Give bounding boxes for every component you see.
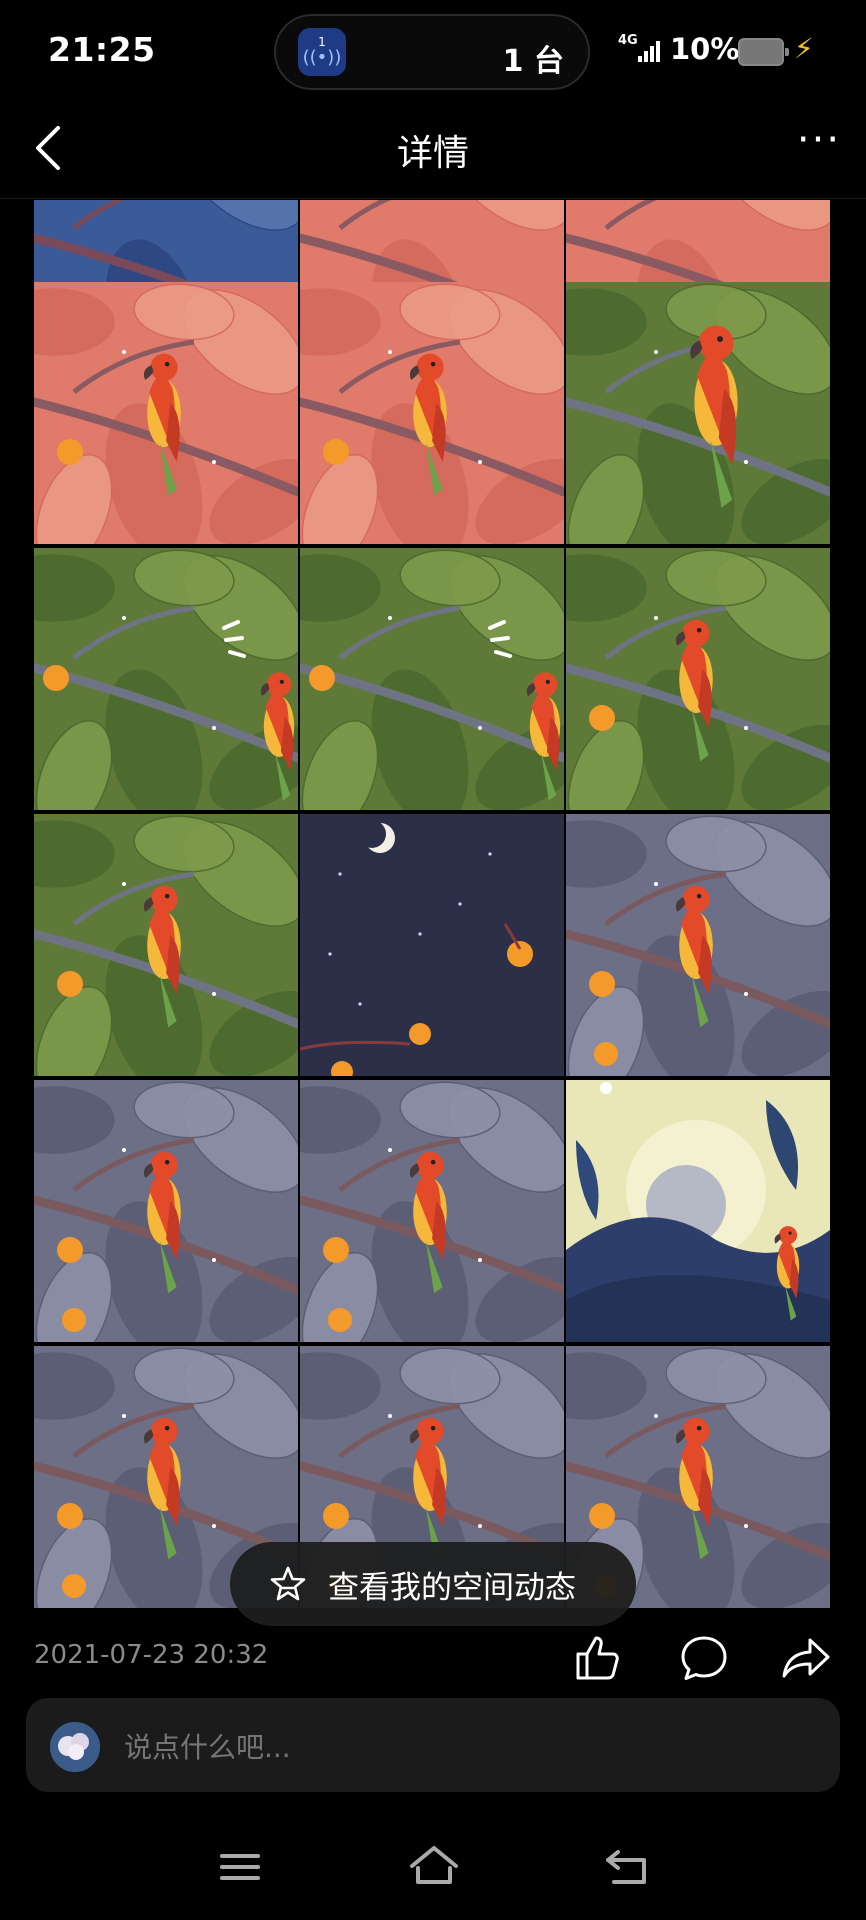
gallery-image[interactable] [300,282,564,544]
comment-input[interactable] [122,1722,806,1772]
signal-icon [638,41,660,62]
comment-icon[interactable] [678,1632,730,1684]
more-options-icon[interactable]: ··· [794,120,844,166]
back-nav-icon[interactable] [600,1842,656,1892]
status-time: 21:25 [48,30,156,69]
view-my-space-label: 查看我的空间动态 [328,1569,576,1606]
device-count: 1 台 [502,44,564,79]
view-my-space-button[interactable]: 查看我的空间动态 [230,1542,636,1626]
battery-percent: 10% [670,32,740,66]
gallery-image[interactable] [566,548,830,810]
gallery-image[interactable] [300,814,564,1076]
home-icon[interactable] [406,1842,462,1892]
post-timestamp: 2021-07-23 20:32 [34,1640,269,1670]
gallery-image[interactable] [300,1080,564,1342]
system-nav-bar [0,1820,866,1920]
like-icon[interactable] [572,1632,624,1684]
network-type: 4G [618,33,638,48]
status-bar: 21:25 1 ((•)) 1 台 4G 10% ⚡ [0,0,866,102]
avatar [50,1722,100,1772]
page-header: 详情 ··· [0,102,866,199]
battery-icon [738,38,789,66]
share-icon[interactable] [780,1632,832,1684]
gallery-image[interactable] [300,548,564,810]
menu-icon[interactable] [212,1842,268,1892]
gallery-image[interactable] [34,814,298,1076]
page-title: 详情 [396,133,469,174]
star-icon [270,1566,306,1601]
gallery-image[interactable] [34,1080,298,1342]
gallery-image[interactable] [566,814,830,1076]
gallery-image[interactable] [566,1080,830,1342]
charging-icon: ⚡ [794,32,814,65]
image-gallery [34,200,832,1620]
device-connection-pill[interactable]: 1 ((•)) 1 台 [274,14,590,90]
gallery-image[interactable] [566,282,830,544]
gallery-image[interactable] [34,282,298,544]
gallery-image[interactable] [34,548,298,810]
broadcast-icon: 1 ((•)) [298,28,346,76]
comment-box [26,1698,840,1792]
